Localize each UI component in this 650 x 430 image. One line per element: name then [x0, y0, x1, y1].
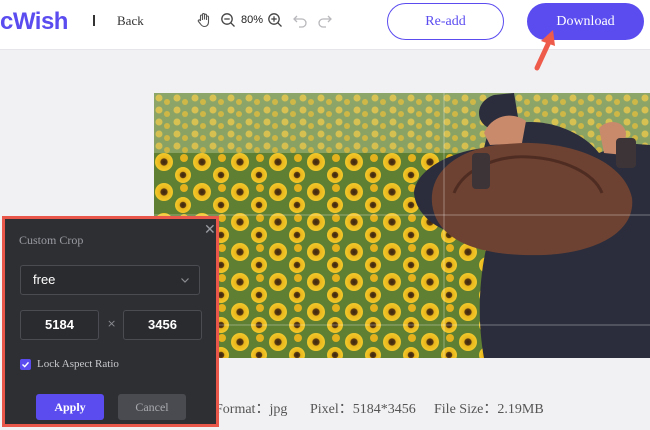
zoom-in-icon[interactable]	[266, 11, 284, 29]
crop-mode-value: free	[33, 272, 56, 287]
checkmark-icon	[22, 361, 30, 368]
image-canvas[interactable]	[154, 93, 650, 358]
lock-aspect-checkbox[interactable]	[20, 359, 31, 370]
hand-icon[interactable]	[195, 11, 213, 29]
back-link[interactable]: Back	[117, 13, 144, 29]
chevron-down-icon	[181, 278, 189, 283]
pointer-arrow-icon	[534, 30, 555, 71]
image-file-size: File Size：2.19MB	[434, 402, 544, 417]
toolbar-divider	[93, 15, 95, 26]
zoom-out-icon[interactable]	[219, 11, 237, 29]
crop-width-input[interactable]: 5184	[20, 310, 99, 340]
re-add-button[interactable]: Re-add	[387, 3, 504, 40]
panel-title: Custom Crop	[19, 233, 84, 247]
crop-height-input[interactable]: 3456	[123, 310, 202, 340]
times-icon: ×	[107, 317, 117, 330]
cancel-button[interactable]: Cancel	[118, 394, 186, 420]
custom-crop-panel: Custom Crop ✕ free 5184 × 3456 Lock Aspe…	[5, 219, 216, 424]
image-pixel-size: Pixel：5184*3456	[310, 402, 416, 417]
undo-icon[interactable]	[291, 11, 309, 29]
app-logo: cWish	[0, 8, 68, 35]
image-format: Format：jpg	[215, 402, 288, 417]
redo-icon[interactable]	[316, 11, 334, 29]
close-icon[interactable]: ✕	[204, 222, 216, 238]
crop-mode-select[interactable]: free	[20, 265, 200, 295]
apply-button[interactable]: Apply	[36, 394, 104, 420]
lock-aspect-label: Lock Aspect Ratio	[37, 358, 119, 370]
sunflower-photo	[154, 93, 650, 358]
zoom-level: 80%	[241, 14, 264, 26]
